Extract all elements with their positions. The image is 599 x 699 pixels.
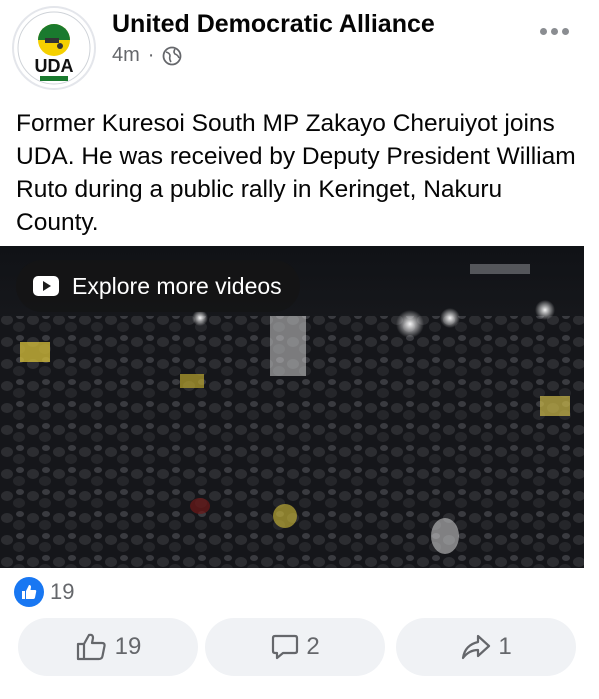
post-header: UDA United Democratic Alliance 4m · xyxy=(0,0,599,96)
explore-more-videos-label: Explore more videos xyxy=(72,272,282,299)
dot-icon xyxy=(550,27,558,35)
dot-icon xyxy=(539,27,547,35)
play-icon xyxy=(33,276,59,296)
share-button[interactable]: 1 xyxy=(396,618,576,676)
dot-icon xyxy=(561,27,569,35)
like-count: 19 xyxy=(114,633,142,660)
post-text: Former Kuresoi South MP Zakayo Cheruiyot… xyxy=(16,110,576,236)
post-meta: 4m · xyxy=(112,44,182,67)
share-count: 1 xyxy=(498,633,512,660)
video-player[interactable]: Explore more videos xyxy=(0,246,584,568)
share-arrow-icon xyxy=(462,634,491,660)
page-avatar[interactable]: UDA xyxy=(12,6,96,90)
globe-icon xyxy=(163,46,182,65)
comment-icon xyxy=(272,634,299,660)
reaction-count: 19 xyxy=(50,579,75,604)
comment-button[interactable]: 2 xyxy=(205,618,385,676)
action-bar: 19 2 1 xyxy=(0,618,599,678)
like-button[interactable]: 19 xyxy=(18,618,198,676)
comment-count: 2 xyxy=(306,633,320,660)
like-badge-icon xyxy=(14,577,44,607)
logo-text: UDA xyxy=(35,56,74,76)
explore-more-videos-button[interactable]: Explore more videos xyxy=(16,260,300,312)
meta-separator: · xyxy=(147,44,155,66)
post-timestamp[interactable]: 4m xyxy=(112,44,140,67)
reactions-summary[interactable]: 19 xyxy=(14,577,74,607)
page-name[interactable]: United Democratic Alliance xyxy=(112,10,435,39)
thumbs-up-icon xyxy=(76,633,106,661)
uda-logo-icon: UDA xyxy=(15,9,93,87)
more-options-button[interactable] xyxy=(530,16,578,46)
